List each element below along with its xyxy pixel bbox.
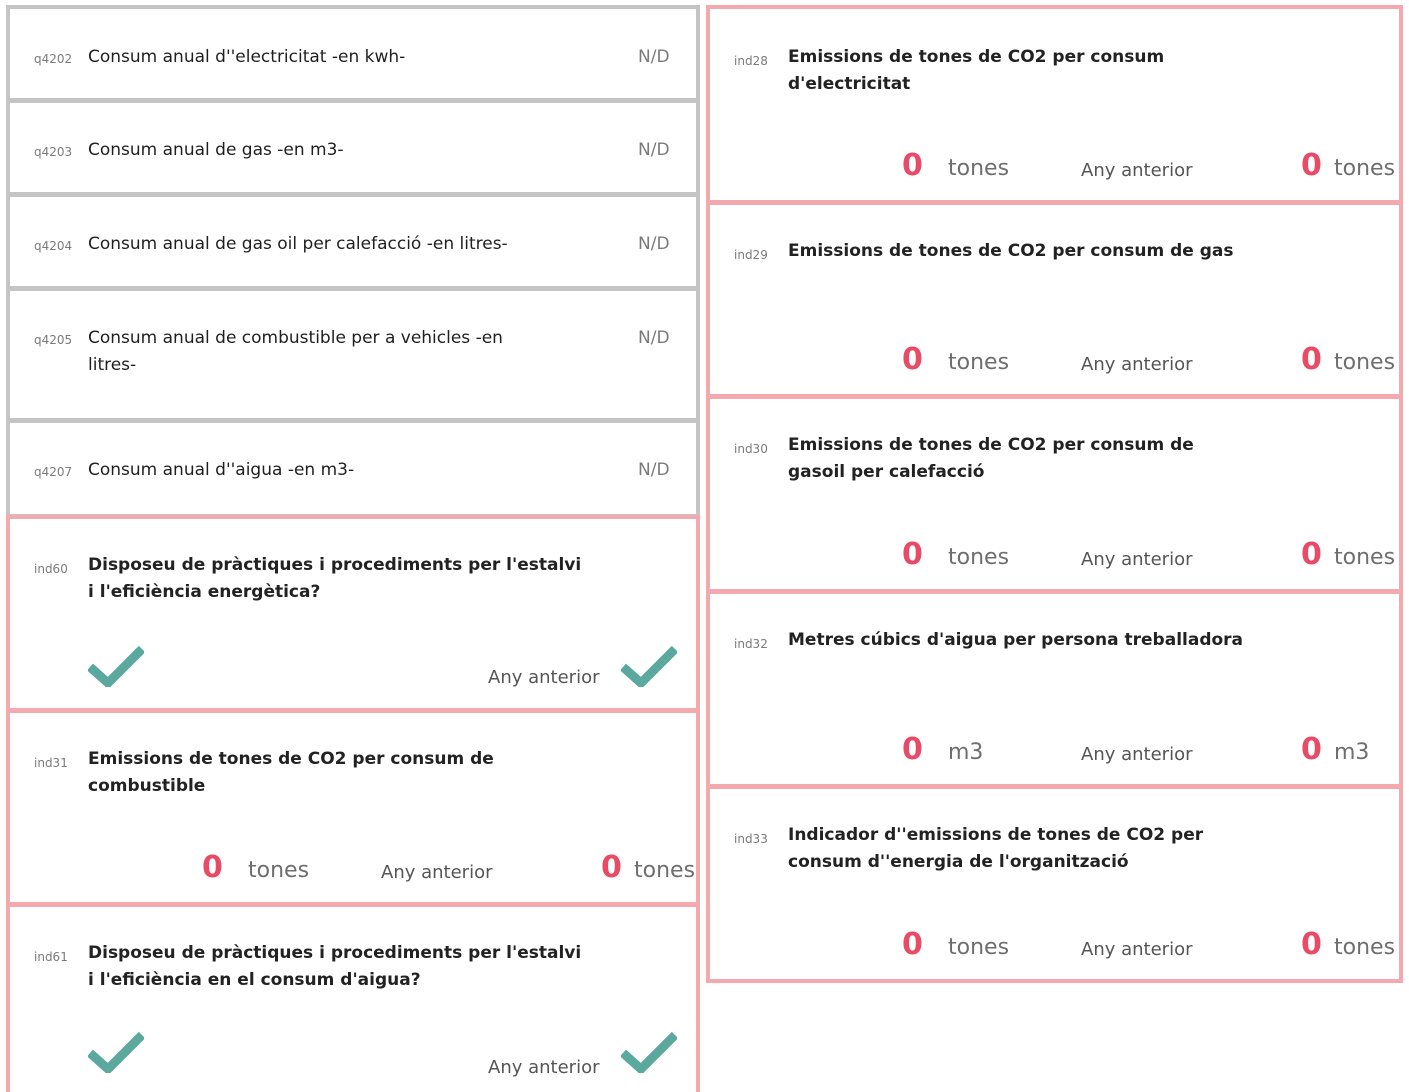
question-code: q4204 [34,239,73,253]
indicator-value: 0 [902,927,923,962]
question-code: q4207 [34,465,73,479]
previous-year-label: Any anterior [488,1057,600,1078]
indicator-card-ind28: ind28 Emissions de tones de CO2 per cons… [706,5,1403,204]
question-card-q4205: q4205 Consum anual de combustible per a … [6,287,700,422]
indicator-label: Emissions de tones de CO2 per consum d'e… [788,47,1165,94]
indicator-label: Disposeu de pràctiques i procediments pe… [88,555,582,602]
indicator-value: 0 [902,342,923,377]
question-value: N/D [638,140,670,160]
previous-year-label: Any anterior [1081,160,1193,181]
indicator-card-ind32: ind32 Metres cúbics d'aigua per persona … [706,590,1403,788]
previous-unit: tones [1334,545,1396,570]
question-label: Consum anual d''aigua -en m3- [88,460,355,480]
question-card-q4207: q4207 Consum anual d''aigua -en m3- N/D [6,419,700,518]
previous-year-label: Any anterior [381,862,493,883]
indicator-unit: m3 [948,740,984,765]
indicator-code: ind28 [734,54,768,68]
previous-value: 0 [1301,537,1322,572]
indicator-card-ind29: ind29 Emissions de tones de CO2 per cons… [706,201,1403,398]
indicator-label: Emissions de tones de CO2 per consum de … [788,435,1194,482]
previous-value: 0 [1301,148,1322,183]
question-value: N/D [638,328,670,348]
previous-value: 0 [1301,732,1322,767]
previous-year-label: Any anterior [488,667,600,688]
indicator-unit: tones [948,350,1010,375]
question-card-q4203: q4203 Consum anual de gas -en m3- N/D [6,99,700,196]
question-code: q4205 [34,333,73,347]
indicator-unit: tones [248,858,310,883]
question-card-q4202: q4202 Consum anual d''electricitat -en k… [6,5,700,102]
question-label: Consum anual de gas -en m3- [88,140,344,160]
previous-year-label: Any anterior [1081,354,1193,375]
check-icon [88,645,144,687]
previous-value: 0 [1301,342,1322,377]
previous-unit: tones [634,858,696,883]
question-value: N/D [638,234,670,254]
indicator-card-ind30: ind30 Emissions de tones de CO2 per cons… [706,395,1403,593]
indicator-value: 0 [902,148,923,183]
previous-value: 0 [601,850,622,885]
indicator-label: Indicador d''emissions de tones de CO2 p… [788,825,1204,872]
indicator-unit: tones [948,935,1010,960]
previous-unit: tones [1334,156,1396,181]
previous-year-label: Any anterior [1081,549,1193,570]
previous-unit: m3 [1334,740,1370,765]
indicator-code: ind30 [734,442,768,456]
previous-year-label: Any anterior [1081,744,1193,765]
indicator-label: Emissions de tones de CO2 per consum de … [788,241,1234,261]
question-card-q4204: q4204 Consum anual de gas oil per calefa… [6,193,700,290]
question-label: Consum anual d''electricitat -en kwh- [88,47,406,67]
previous-unit: tones [1334,350,1396,375]
question-value: N/D [638,47,670,67]
question-code: q4202 [34,52,73,66]
indicator-unit: tones [948,156,1010,181]
question-code: q4203 [34,145,73,159]
indicator-unit: tones [948,545,1010,570]
question-label: Consum anual de gas oil per calefacció -… [88,234,508,254]
indicator-card-ind33: ind33 Indicador d''emissions de tones de… [706,785,1403,983]
indicator-value: 0 [202,850,223,885]
previous-year-label: Any anterior [1081,939,1193,960]
question-label: Consum anual de combustible per a vehicl… [88,328,503,375]
check-icon [88,1031,144,1073]
indicator-code: ind31 [34,756,68,770]
indicator-label: Disposeu de pràctiques i procediments pe… [88,943,582,990]
previous-value: 0 [1301,927,1322,962]
indicator-code: ind61 [34,950,68,964]
indicator-code: ind32 [734,637,768,651]
check-icon [621,1031,677,1073]
indicator-code: ind33 [734,832,768,846]
indicator-value: 0 [902,537,923,572]
previous-unit: tones [1334,935,1396,960]
indicator-label: Metres cúbics d'aigua per persona trebal… [788,630,1244,650]
indicator-card-ind61: ind61 Disposeu de pràctiques i procedime… [6,903,700,1092]
indicator-card-ind31: ind31 Emissions de tones de CO2 per cons… [6,709,700,906]
indicator-code: ind29 [734,248,768,262]
indicator-value: 0 [902,732,923,767]
question-value: N/D [638,460,670,480]
indicator-label: Emissions de tones de CO2 per consum de … [88,749,494,796]
indicator-code: ind60 [34,562,68,576]
check-icon [621,645,677,687]
indicator-card-ind60: ind60 Disposeu de pràctiques i procedime… [6,515,700,712]
